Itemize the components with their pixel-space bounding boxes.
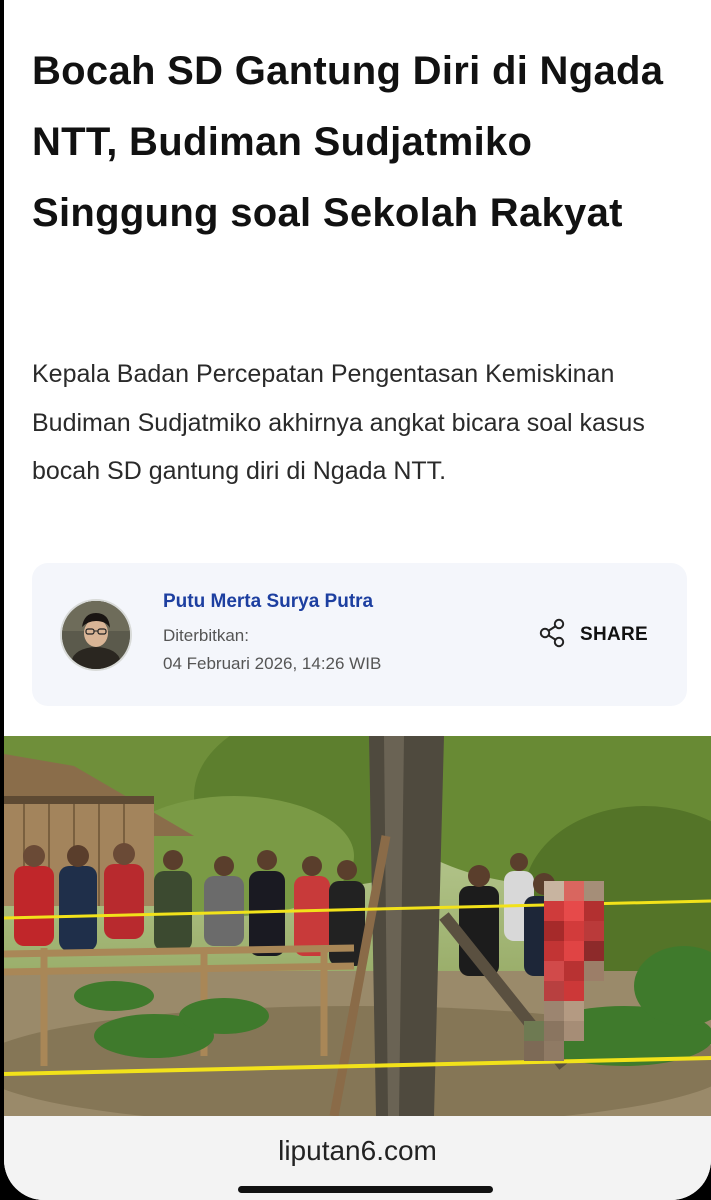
article-title: Bocah SD Gantung Diri di Ngada NTT, Budi… bbox=[32, 49, 664, 235]
share-icon bbox=[538, 618, 566, 653]
author-name[interactable]: Putu Merta Surya Putra bbox=[163, 591, 373, 613]
published-date: 04 Februari 2026, 14:26 WIB bbox=[163, 654, 382, 673]
share-label: SHARE bbox=[580, 624, 649, 645]
author-card: Putu Merta Surya Putra Diterbitkan: 04 F… bbox=[32, 563, 687, 706]
browser-bottom-bar: liputan6.com bbox=[4, 1116, 711, 1200]
phone-screen: Bocah SD Gantung Diri di Ngada NTT, Budi… bbox=[4, 0, 711, 1200]
author-avatar[interactable] bbox=[62, 601, 130, 669]
article-lead: Kepala Badan Percepatan Pengentasan Kemi… bbox=[32, 360, 645, 485]
browser-domain[interactable]: liputan6.com bbox=[4, 1135, 711, 1167]
share-button[interactable]: SHARE bbox=[538, 618, 648, 652]
article-photo[interactable] bbox=[4, 736, 711, 1116]
published-label: Diterbitkan: bbox=[163, 626, 249, 645]
home-indicator[interactable] bbox=[238, 1186, 493, 1193]
